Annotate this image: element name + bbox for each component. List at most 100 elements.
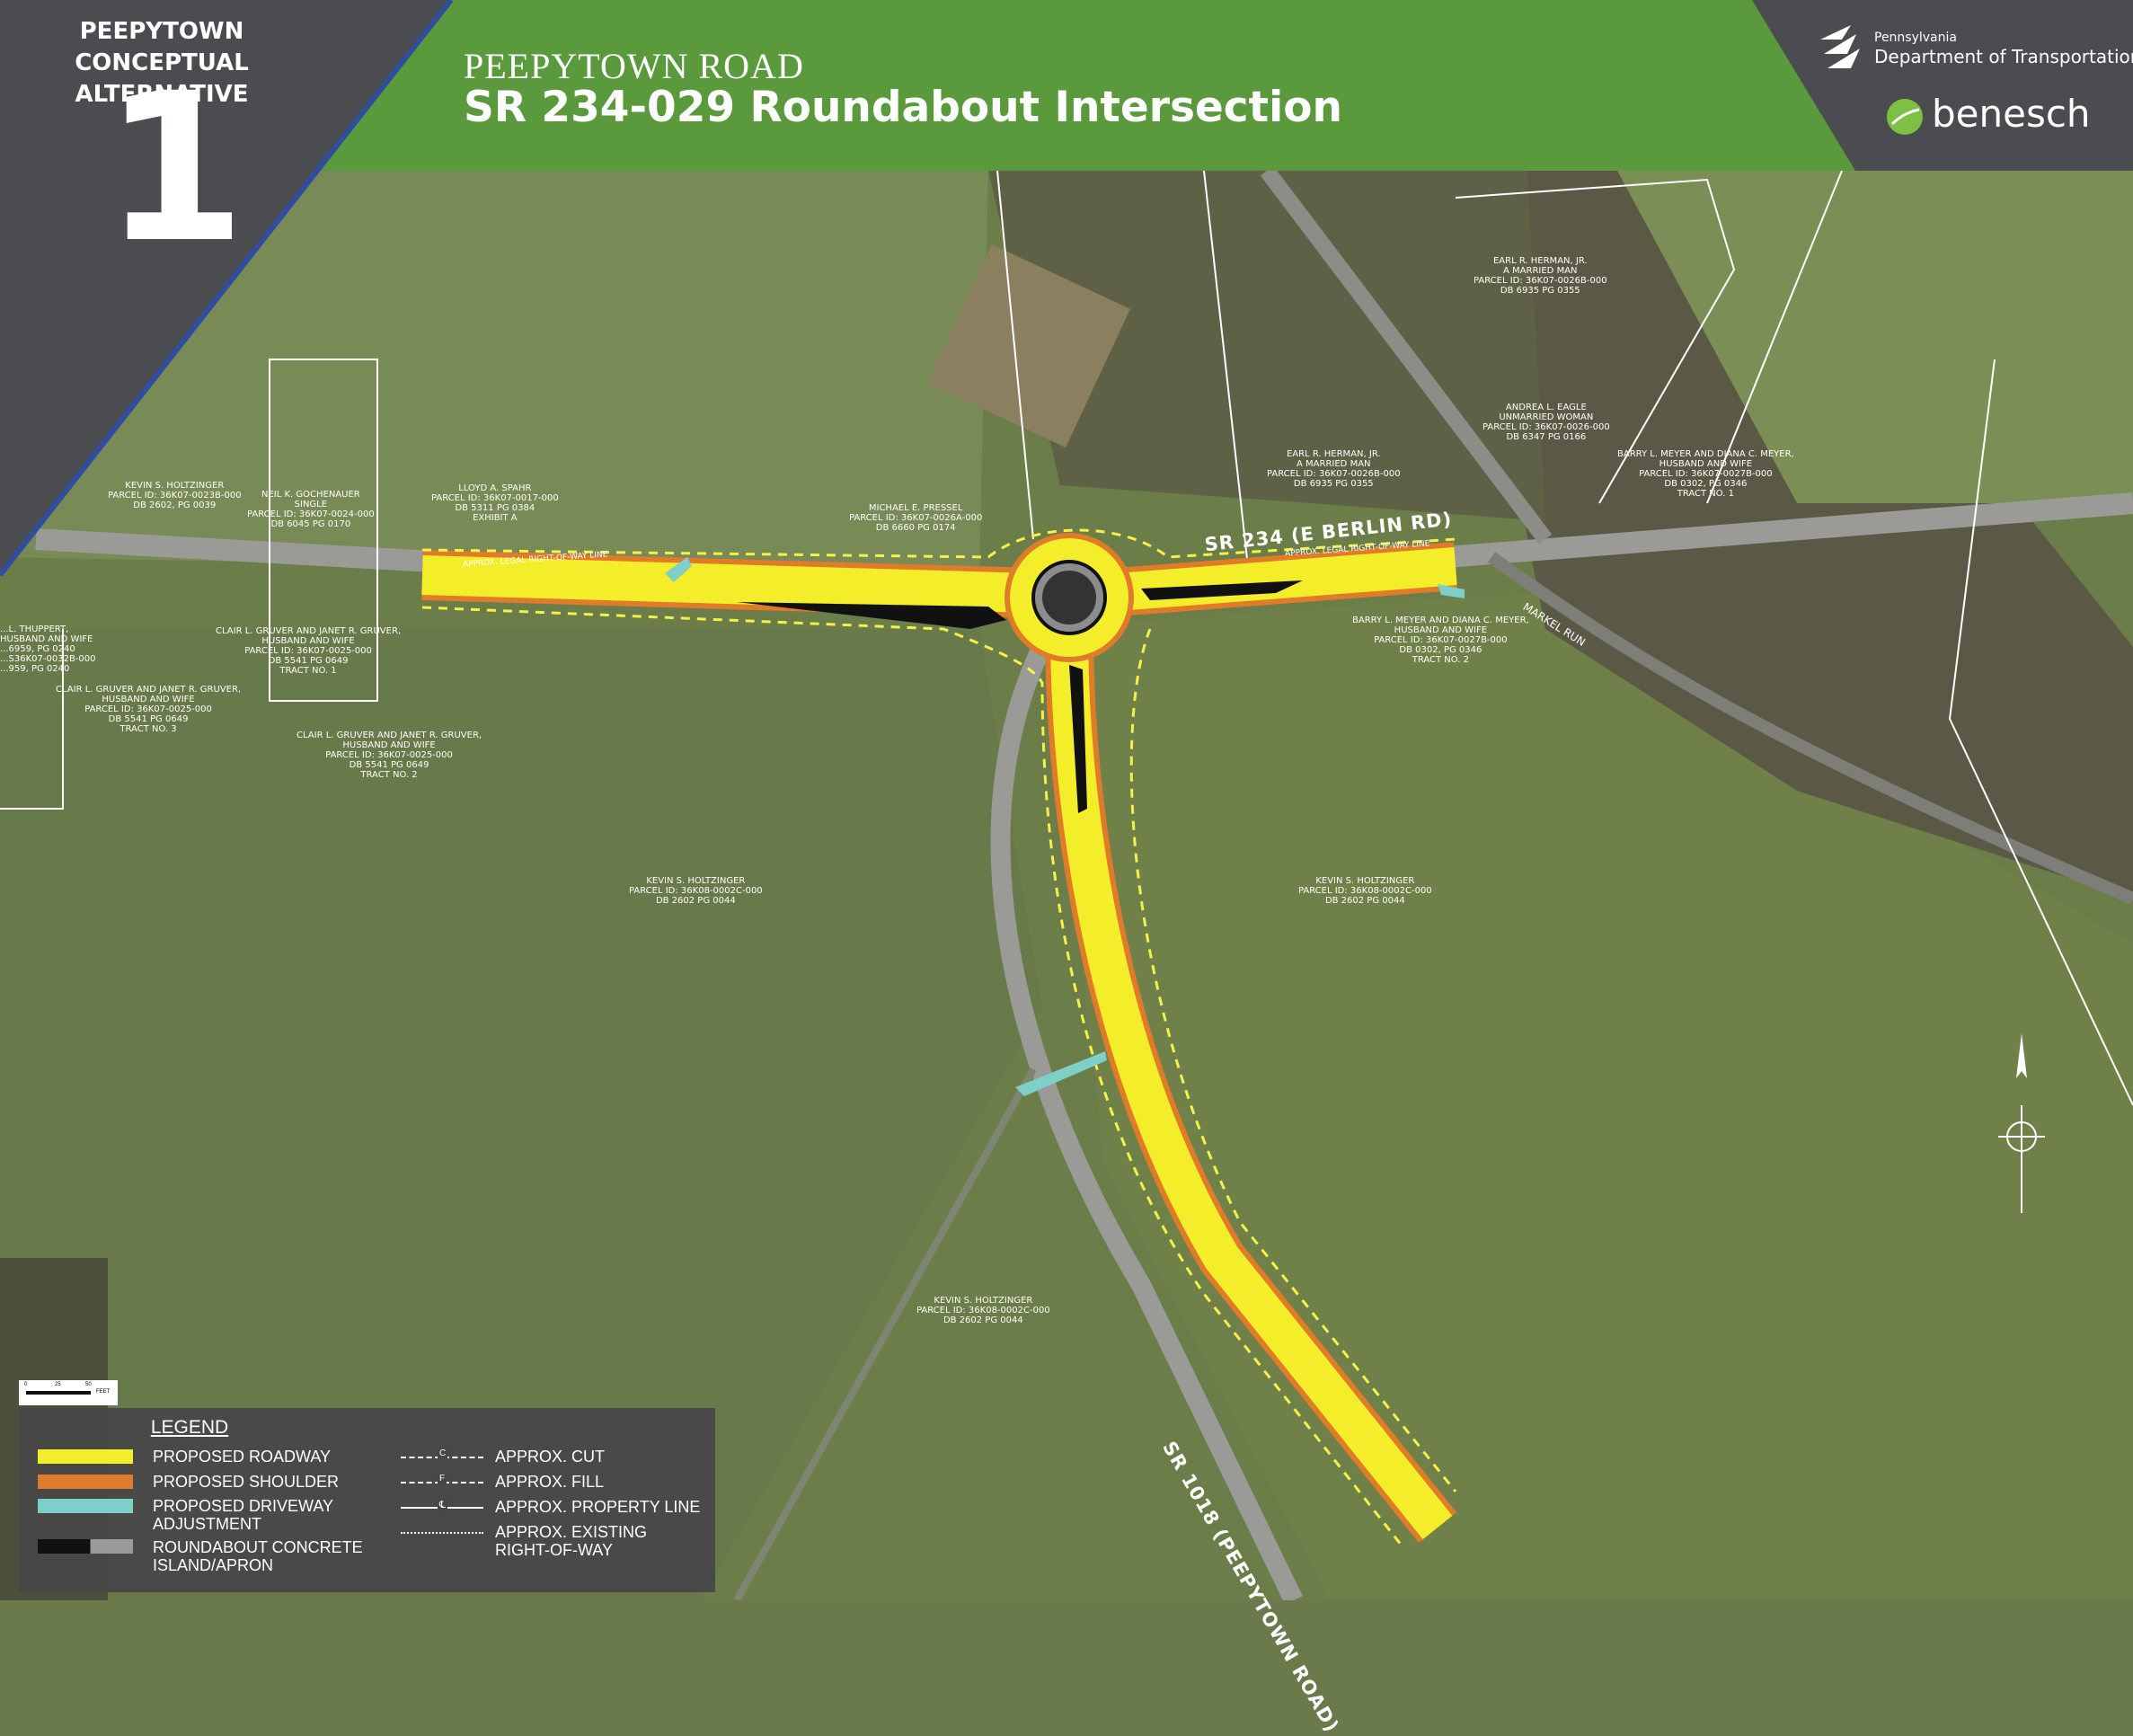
- swatch-driveway: [38, 1499, 133, 1513]
- project-subtitle: PEEPYTOWN ROAD: [464, 46, 804, 86]
- parcel-line: ...6959, PG 0240: [0, 644, 75, 654]
- parcel-line: KEVIN S. HOLTZINGER: [1315, 876, 1415, 886]
- parcel-line: PARCEL ID: 36K08-0002C-000: [629, 886, 763, 896]
- parcel-line: KEVIN S. HOLTZINGER: [934, 1296, 1033, 1306]
- project-title: SR 234-029 Roundabout Intersection: [464, 83, 1342, 132]
- parcel-line: TRACT NO. 2: [360, 770, 418, 780]
- parcel-line: DB 6935 PG 0355: [1293, 479, 1374, 489]
- legend-item-driveway: PROPOSED DRIVEWAY ADJUSTMENT: [153, 1497, 333, 1533]
- parcel-line: DB 6045 PG 0170: [270, 519, 351, 529]
- parcel-line: PARCEL ID: 36K07-0017-000: [431, 493, 559, 503]
- legend-item-fill: APPROX. FILL: [495, 1473, 605, 1491]
- swatch-island-apron: [38, 1539, 133, 1554]
- parcel-line: DB 2602, PG 0039: [133, 500, 217, 510]
- parcel-line: HUSBAND AND WIFE: [1394, 625, 1488, 635]
- benesch-wordmark: benesch: [1932, 92, 2091, 136]
- parcel-label: BARRY L. MEYER AND DIANA C. MEYER, HUSBA…: [1352, 616, 1529, 665]
- parcel-label: KEVIN S. HOLTZINGER PARCEL ID: 36K08-000…: [1298, 876, 1432, 906]
- parcel-label: LLOYD A. SPAHR PARCEL ID: 36K07-0017-000…: [431, 483, 559, 523]
- parcel-line: PARCEL ID: 36K08-0002C-000: [916, 1306, 1050, 1315]
- legend-item-roadway: PROPOSED ROADWAY: [153, 1448, 332, 1466]
- scale-mark: 50: [85, 1382, 92, 1387]
- parcel-line: PARCEL ID: 36K07-0027B-000: [1639, 469, 1773, 479]
- scale-bar-track: [26, 1391, 91, 1395]
- aerial-map: [0, 0, 2133, 1600]
- parcel-label: ...L. THUPPERT, HUSBAND AND WIFE ...6959…: [0, 624, 96, 674]
- parcel-line: LLOYD A. SPAHR: [458, 483, 532, 493]
- legend-item-row: APPROX. EXISTING RIGHT-OF-WAY: [495, 1523, 648, 1559]
- scale-bar: 0 25 50 FEET: [19, 1380, 118, 1405]
- roundabout: [1005, 533, 1134, 662]
- parcel-line: CLAIR L. GRUVER AND JANET R. GRUVER,: [56, 685, 242, 695]
- row-line-sample: [401, 1532, 483, 1534]
- parcel-line: PARCEL ID: 36K07-0026B-000: [1267, 469, 1401, 479]
- penndot-name: Department of Transportation: [1874, 46, 2133, 67]
- parcel-label: MICHAEL E. PRESSEL PARCEL ID: 36K07-0026…: [849, 503, 982, 533]
- parcel-line: PARCEL ID: 36K07-0023B-000: [108, 491, 242, 500]
- parcel-label: NEIL K. GOCHENAUER SINGLE PARCEL ID: 36K…: [247, 490, 375, 529]
- parcel-label: BARRY L. MEYER AND DIANA C. MEYER, HUSBA…: [1617, 449, 1794, 499]
- parcel-line: DB 2602 PG 0044: [943, 1315, 1023, 1325]
- parcel-line: TRACT NO. 3: [119, 724, 177, 734]
- parcel-line: ...959, PG 0240: [0, 664, 70, 674]
- parcel-line: PARCEL ID: 36K07-0026B-000: [1474, 276, 1607, 286]
- parcel-line: PARCEL ID: 36K07-0027B-000: [1374, 635, 1508, 645]
- parcel-line: TRACT NO. 2: [1412, 655, 1469, 665]
- parcel-line: EARL R. HERMAN, JR.: [1286, 449, 1381, 459]
- parcel-line: PARCEL ID: 36K07-0026A-000: [849, 513, 983, 523]
- legend: LEGEND PROPOSED ROADWAY PROPOSED SHOULDE…: [19, 1408, 715, 1592]
- parcel-line: CLAIR L. GRUVER AND JANET R. GRUVER,: [296, 731, 482, 740]
- parcel-label: CLAIR L. GRUVER AND JANET R. GRUVER, HUS…: [216, 626, 401, 676]
- parcel-line: KEVIN S. HOLTZINGER: [646, 876, 746, 886]
- parcel-line: HUSBAND AND WIFE: [102, 695, 195, 704]
- parcel-label: CLAIR L. GRUVER AND JANET R. GRUVER, HUS…: [56, 685, 241, 734]
- parcel-line: TRACT NO. 1: [1677, 489, 1734, 499]
- parcel-line: UNMARRIED WOMAN: [1499, 412, 1594, 422]
- parcel-line: ...S36K07-0032B-000: [0, 654, 96, 664]
- parcel-line: CLAIR L. GRUVER AND JANET R. GRUVER,: [216, 626, 402, 636]
- parcel-line: EARL R. HERMAN, JR.: [1492, 256, 1588, 266]
- parcel-line: DB 5541 PG 0649: [108, 714, 189, 724]
- parcel-line: NEIL K. GOCHENAUER: [261, 490, 360, 500]
- property-line-symbol: ℄: [438, 1499, 448, 1510]
- legend-item-island: ROUNDABOUT CONCRETE ISLAND/APRON: [153, 1538, 363, 1574]
- parcel-line: PARCEL ID: 36K07-0026-000: [1482, 422, 1610, 432]
- fill-line-symbol: F: [438, 1474, 447, 1484]
- parcel-line: DB 5311 PG 0384: [455, 503, 535, 513]
- parcel-line: PARCEL ID: 36K07-0024-000: [247, 509, 375, 519]
- parcel-label: EARL R. HERMAN, JR. A MARRIED MAN PARCEL…: [1267, 449, 1401, 489]
- alternative-number: 1: [103, 49, 246, 288]
- parcel-line: HUSBAND AND WIFE: [261, 636, 355, 646]
- legend-item-property: APPROX. PROPERTY LINE: [495, 1498, 701, 1516]
- parcel-line: PARCEL ID: 36K08-0002C-000: [1298, 886, 1432, 896]
- parcel-line: BARRY L. MEYER AND DIANA C. MEYER,: [1617, 449, 1794, 459]
- legend-title: LEGEND: [150, 1417, 229, 1438]
- parcel-line: HUSBAND AND WIFE: [1659, 459, 1753, 469]
- parcel-line: DB 6347 PG 0166: [1506, 432, 1587, 442]
- cut-line-symbol: C: [438, 1448, 448, 1458]
- parcel-line: DB 6660 PG 0174: [875, 523, 956, 533]
- penndot-state: Pennsylvania: [1874, 31, 1957, 45]
- benesch-leaf-icon: [1887, 99, 1923, 135]
- parcel-line: TRACT NO. 1: [279, 666, 337, 676]
- swatch-proposed-shoulder: [38, 1475, 133, 1489]
- parcel-label: CLAIR L. GRUVER AND JANET R. GRUVER, HUS…: [296, 731, 482, 780]
- parcel-line: DB 2602 PG 0044: [1324, 896, 1405, 906]
- scale-mark: 25: [55, 1382, 61, 1387]
- parcel-line: ANDREA L. EAGLE: [1505, 403, 1587, 412]
- parcel-line: DB 2602 PG 0044: [655, 896, 736, 906]
- parcel-line: MICHAEL E. PRESSEL: [868, 503, 963, 513]
- parcel-line: SINGLE: [294, 500, 328, 509]
- legend-item-cut: APPROX. CUT: [495, 1448, 606, 1466]
- parcel-line: A MARRIED MAN: [1503, 266, 1578, 276]
- parcel-line: ...L. THUPPERT,: [0, 624, 69, 634]
- parcel-line: BARRY L. MEYER AND DIANA C. MEYER,: [1352, 616, 1529, 625]
- parcel-line: PARCEL ID: 36K07-0025-000: [244, 646, 372, 656]
- parcel-label: KEVIN S. HOLTZINGER PARCEL ID: 36K08-000…: [916, 1296, 1050, 1325]
- swatch-proposed-roadway: [38, 1449, 133, 1464]
- parcel-line: DB 0302, PG 0346: [1664, 479, 1748, 489]
- parcel-line: EXHIBIT A: [473, 513, 518, 523]
- parcel-label: ANDREA L. EAGLE UNMARRIED WOMAN PARCEL I…: [1482, 403, 1610, 442]
- scale-mark: 0: [24, 1382, 28, 1387]
- scale-unit: FEET: [96, 1389, 111, 1395]
